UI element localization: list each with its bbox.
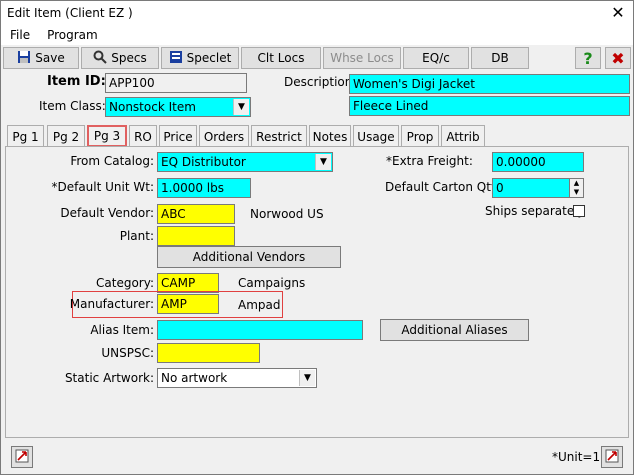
whse-locs-label: Whse Locs — [330, 51, 394, 65]
toolbar: Save Specs Speclet Clt Locs Whse Locs EQ… — [1, 46, 633, 70]
menu-bar: File Program — [1, 25, 633, 45]
magnifier-icon — [93, 50, 107, 67]
description-line1-field[interactable]: Women's Digi Jacket — [349, 74, 630, 94]
static-artwork-value: No artwork — [161, 371, 228, 385]
item-class-select[interactable]: Nonstock Item ▼ — [105, 97, 251, 117]
default-unit-wt-label: *Default Unit Wt: — [51, 180, 154, 194]
save-button[interactable]: Save — [3, 47, 79, 69]
close-icon[interactable]: ✕ — [607, 2, 629, 24]
alias-item-label: Alias Item: — [90, 323, 154, 337]
document-icon — [169, 50, 183, 67]
category-name: Campaigns — [238, 276, 306, 290]
eqc-button[interactable]: EQ/c — [403, 47, 469, 69]
extra-freight-label: *Extra Freight: — [386, 154, 473, 168]
eqc-label: EQ/c — [422, 51, 450, 65]
speclet-label: Speclet — [186, 51, 232, 65]
alias-item-field[interactable] — [157, 320, 363, 340]
static-artwork-label: Static Artwork: — [64, 371, 154, 385]
menu-program[interactable]: Program — [38, 28, 106, 42]
default-vendor-field[interactable]: ABC — [157, 204, 235, 224]
tab-price[interactable]: Price — [159, 125, 197, 147]
plant-field[interactable] — [157, 226, 235, 246]
chevron-down-icon[interactable]: ▼ — [299, 370, 315, 386]
item-header: Item ID: APP100 Item Class: Nonstock Ite… — [1, 70, 633, 122]
menu-file[interactable]: File — [1, 28, 38, 42]
default-vendor-label: Default Vendor: — [60, 206, 154, 220]
category-field[interactable]: CAMP — [157, 273, 219, 293]
chevron-down-icon[interactable]: ▼ — [233, 99, 249, 115]
manufacturer-label: Manufacturer: — [69, 297, 154, 311]
item-id-label: Item ID: — [47, 74, 106, 89]
tab-attrib[interactable]: Attrib — [441, 125, 485, 147]
additional-aliases-button[interactable]: Additional Aliases — [380, 319, 529, 341]
bottom-right-corner-button[interactable] — [601, 446, 623, 468]
floppy-disk-icon — [17, 50, 31, 67]
specs-label: Specs — [111, 51, 147, 65]
chevron-down-icon[interactable]: ▼ — [315, 154, 331, 170]
default-vendor-name: Norwood US — [250, 207, 324, 221]
window-title: Edit Item (Client EZ ) — [7, 6, 133, 20]
default-carton-qty-label: Default Carton Qty: — [385, 180, 502, 194]
unspsc-label: UNSPSC: — [101, 346, 154, 360]
whse-locs-button[interactable]: Whse Locs — [323, 47, 401, 69]
bottom-left-corner-button[interactable] — [11, 446, 33, 468]
from-catalog-value: EQ Distributor — [161, 155, 246, 169]
category-label: Category: — [96, 276, 154, 290]
specs-button[interactable]: Specs — [81, 47, 159, 69]
tab-pg2[interactable]: Pg 2 — [47, 125, 85, 147]
ships-separately-checkbox[interactable] — [573, 205, 585, 217]
speclet-button[interactable]: Speclet — [161, 47, 239, 69]
clt-locs-button[interactable]: Clt Locs — [241, 47, 321, 69]
extra-freight-field[interactable]: 0.00000 — [492, 152, 584, 172]
item-class-value: Nonstock Item — [109, 100, 196, 114]
plant-label: Plant: — [119, 229, 154, 243]
tab-restrict[interactable]: Restrict — [251, 125, 307, 147]
from-catalog-label: From Catalog: — [70, 154, 154, 168]
manufacturer-field[interactable]: AMP — [157, 294, 219, 314]
item-class-label: Item Class: — [39, 99, 106, 113]
spin-down-icon[interactable]: ▼ — [570, 188, 583, 197]
tab-notes[interactable]: Notes — [309, 125, 351, 147]
clt-locs-label: Clt Locs — [257, 51, 305, 65]
item-id-field[interactable]: APP100 — [105, 73, 247, 93]
description-line2-field[interactable]: Fleece Lined — [349, 96, 630, 116]
default-unit-wt-field[interactable]: 1.0000 lbs — [157, 178, 251, 198]
resize-arrow-icon — [605, 449, 619, 466]
tab-usage[interactable]: Usage — [353, 125, 399, 147]
tab-prop[interactable]: Prop — [401, 125, 439, 147]
title-bar: Edit Item (Client EZ ) ✕ — [1, 1, 633, 25]
tab-ro[interactable]: RO — [129, 125, 157, 147]
tab-panel-pg3: From Catalog: EQ Distributor ▼ *Extra Fr… — [5, 146, 629, 438]
edit-item-window: Edit Item (Client EZ ) ✕ File Program Sa… — [0, 0, 634, 475]
db-label: DB — [491, 51, 509, 65]
static-artwork-select[interactable]: No artwork ▼ — [157, 368, 317, 388]
help-icon[interactable]: ? — [575, 47, 601, 69]
resize-arrow-icon — [15, 449, 29, 466]
default-carton-qty-field[interactable]: 0 — [492, 178, 570, 198]
tab-pg1[interactable]: Pg 1 — [7, 125, 44, 147]
manufacturer-name: Ampad — [238, 298, 281, 312]
additional-vendors-button[interactable]: Additional Vendors — [157, 246, 341, 268]
from-catalog-select[interactable]: EQ Distributor ▼ — [157, 152, 333, 172]
carton-qty-spinner[interactable]: ▲ ▼ — [569, 178, 584, 198]
tab-pg3[interactable]: Pg 3 — [87, 125, 127, 147]
unspsc-field[interactable] — [157, 343, 260, 363]
description-label: Description: — [284, 75, 357, 89]
tab-orders[interactable]: Orders — [199, 125, 249, 147]
save-label: Save — [35, 51, 65, 65]
ships-separately-label: Ships separately — [485, 204, 585, 218]
db-button[interactable]: DB — [471, 47, 529, 69]
cancel-icon[interactable]: ✖ — [605, 47, 631, 69]
spin-up-icon[interactable]: ▲ — [570, 179, 583, 188]
unit-status-text: *Unit=1 — [552, 450, 601, 464]
